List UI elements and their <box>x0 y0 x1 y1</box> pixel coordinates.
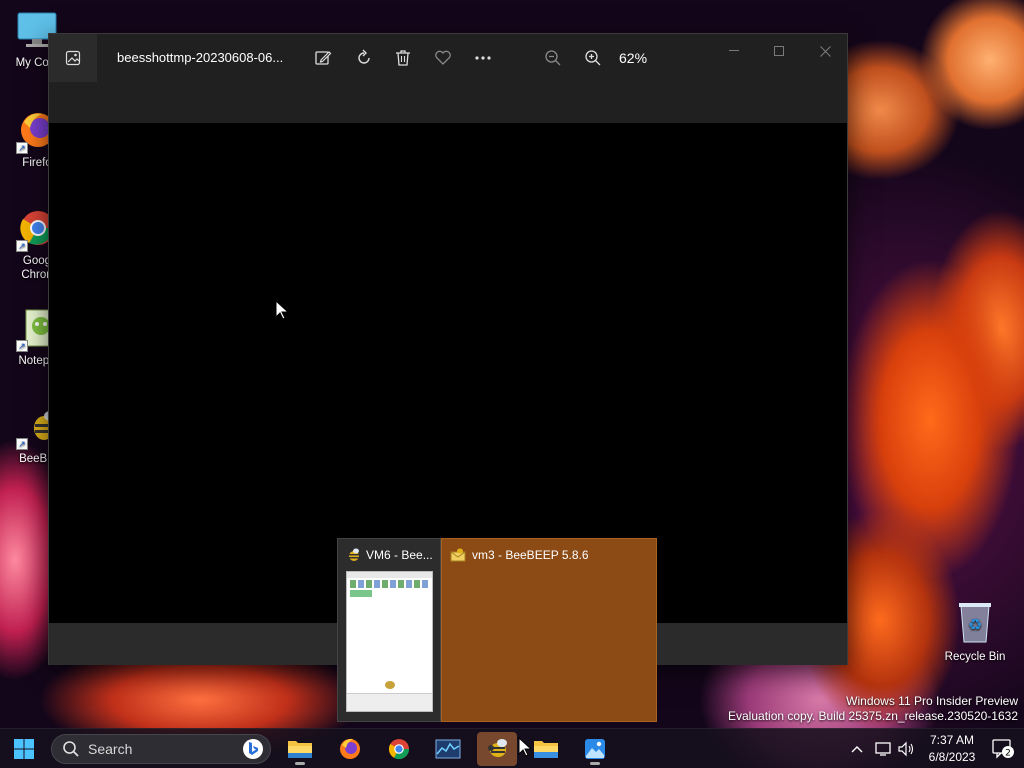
more-icon[interactable] <box>469 46 497 70</box>
delete-icon[interactable] <box>389 46 417 70</box>
photos-icon[interactable] <box>575 732 615 766</box>
notification-count: 2 <box>1005 749 1011 759</box>
zoom-level[interactable]: 62% <box>619 50 647 66</box>
thumbnail-title: VM6 - Bee... <box>346 548 433 562</box>
windows-watermark: Windows 11 Pro Insider Preview Evaluatio… <box>728 694 1018 724</box>
bing-icon[interactable] <box>242 738 264 760</box>
chrome-icon[interactable] <box>379 732 419 766</box>
edit-image-icon[interactable] <box>309 46 337 70</box>
beebeep-mail-icon <box>450 548 466 562</box>
volume-icon[interactable] <box>897 729 915 768</box>
close-icon[interactable] <box>802 38 848 64</box>
rotate-icon[interactable] <box>350 46 378 70</box>
shortcut-arrow-icon: ↗ <box>16 142 28 154</box>
clock-time: 7:37 AM <box>929 733 975 747</box>
svg-text:♻: ♻ <box>968 615 982 634</box>
shortcut-arrow-icon: ↗ <box>16 340 28 352</box>
recycle-bin-icon: ♻ <box>955 600 995 644</box>
taskbar: Search 7:37 AM 6/8/2023 2 <box>0 728 1024 768</box>
favorite-icon[interactable] <box>429 46 457 70</box>
firefox-icon[interactable] <box>330 732 370 766</box>
thumbnail-title-text: vm3 - BeeBEEP 5.8.6 <box>472 548 589 562</box>
shortcut-arrow-icon: ↗ <box>16 240 28 252</box>
photos-app-icon <box>49 34 97 82</box>
thumbnail-preview <box>346 571 433 712</box>
search-placeholder: Search <box>88 741 133 757</box>
beebeep-icon <box>349 548 359 561</box>
thumbnail-title-text: VM6 - Bee... <box>366 548 433 562</box>
taskbar-search-box[interactable]: Search <box>51 734 271 764</box>
tray-chevron-up-icon[interactable] <box>850 729 864 768</box>
shortcut-arrow-icon: ↗ <box>16 438 28 450</box>
resource-monitor-icon[interactable] <box>428 732 468 766</box>
watermark-line-1: Windows 11 Pro Insider Preview <box>846 694 1018 708</box>
zoom-in-icon[interactable] <box>579 46 607 70</box>
start-icon[interactable] <box>4 732 44 766</box>
beebeep-icon[interactable] <box>477 732 517 766</box>
recycle-bin-label: Recycle Bin <box>944 651 1006 663</box>
folder-icon[interactable] <box>526 732 566 766</box>
taskbar-thumbnail-group: VM6 - Bee... vm3 - BeeBEEP 5.8.6 <box>337 538 657 722</box>
clock[interactable]: 7:37 AM 6/8/2023 <box>922 732 982 766</box>
mouse-cursor-icon <box>518 737 532 757</box>
thumbnail-vm3[interactable]: vm3 - BeeBEEP 5.8.6 <box>441 538 657 722</box>
mouse-cursor-icon <box>275 300 289 320</box>
file-explorer-icon[interactable] <box>280 732 320 766</box>
secondary-bar <box>49 82 847 123</box>
network-icon[interactable] <box>874 729 892 768</box>
clock-date: 6/8/2023 <box>928 750 976 764</box>
zoom-out-icon[interactable] <box>539 46 567 70</box>
watermark-line-2: Evaluation copy. Build 25375.zn_release.… <box>728 709 1018 723</box>
minimize-icon[interactable] <box>711 38 757 64</box>
search-icon <box>63 741 79 757</box>
window-title: beesshottmp-20230608-06... <box>117 50 284 65</box>
thumbnail-vm6[interactable]: VM6 - Bee... <box>337 538 441 722</box>
desktop-icon-recycle-bin[interactable]: ♻ Recycle Bin <box>942 600 1008 664</box>
maximize-icon[interactable] <box>756 38 802 64</box>
thumbnail-title: vm3 - BeeBEEP 5.8.6 <box>450 548 589 562</box>
notification-icon[interactable]: 2 <box>992 737 1014 759</box>
title-bar[interactable]: beesshottmp-20230608-06... 62% <box>49 34 847 82</box>
